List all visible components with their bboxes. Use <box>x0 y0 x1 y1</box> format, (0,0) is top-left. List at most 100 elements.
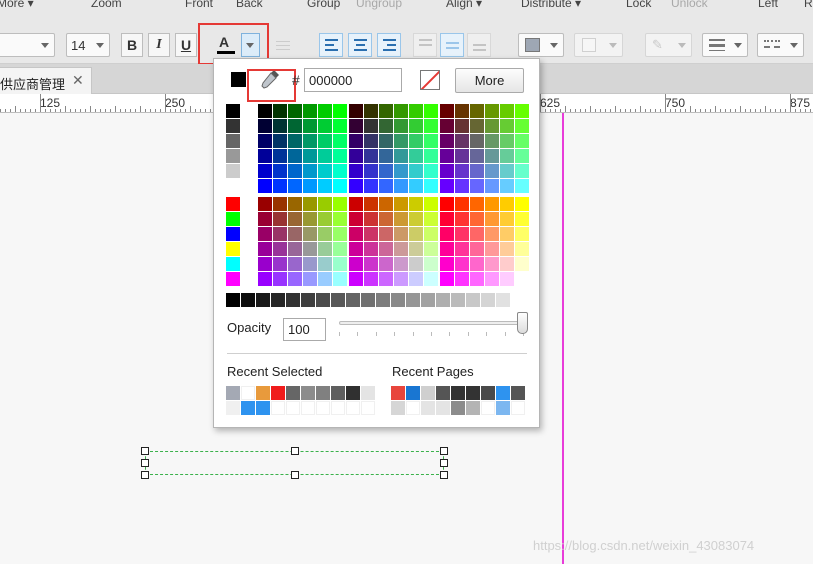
opacity-slider[interactable] <box>339 321 523 325</box>
color-swatch[interactable] <box>333 212 347 226</box>
color-swatch[interactable] <box>424 272 438 286</box>
recent-page-swatch[interactable] <box>391 401 405 415</box>
recent-selected-swatch[interactable] <box>226 386 240 400</box>
color-swatch[interactable] <box>515 134 529 148</box>
lock-label[interactable]: Lock <box>626 0 651 10</box>
color-swatch[interactable] <box>424 149 438 163</box>
color-swatch[interactable] <box>379 227 393 241</box>
color-swatch[interactable] <box>349 119 363 133</box>
color-swatch[interactable] <box>485 104 499 118</box>
recent-page-swatch[interactable] <box>406 386 420 400</box>
color-swatch[interactable] <box>440 149 454 163</box>
color-swatch[interactable] <box>500 179 514 193</box>
color-swatch[interactable] <box>273 212 287 226</box>
color-swatch[interactable] <box>455 212 469 226</box>
color-swatch[interactable] <box>379 242 393 256</box>
recent-selected-swatch[interactable] <box>361 401 375 415</box>
color-swatch[interactable] <box>349 104 363 118</box>
color-swatch[interactable] <box>440 212 454 226</box>
color-swatch[interactable] <box>394 212 408 226</box>
color-swatch[interactable] <box>226 227 240 241</box>
recent-page-swatch[interactable] <box>421 386 435 400</box>
color-swatch[interactable] <box>288 212 302 226</box>
recent-selected-swatch[interactable] <box>256 386 270 400</box>
resize-handle[interactable] <box>141 459 149 467</box>
color-swatch[interactable] <box>258 179 272 193</box>
color-swatch[interactable] <box>470 164 484 178</box>
color-swatch[interactable] <box>226 179 240 193</box>
color-swatch[interactable] <box>288 119 302 133</box>
color-swatch[interactable] <box>258 197 272 211</box>
font-size-select[interactable]: 14 <box>66 33 110 57</box>
color-swatch[interactable] <box>455 197 469 211</box>
color-swatch[interactable] <box>409 179 423 193</box>
color-swatch[interactable] <box>318 149 332 163</box>
color-swatch[interactable] <box>394 179 408 193</box>
align-right-button[interactable] <box>377 33 401 57</box>
color-swatch[interactable] <box>273 164 287 178</box>
recent-page-swatch[interactable] <box>436 401 450 415</box>
recent-page-swatch[interactable] <box>511 386 525 400</box>
color-swatch[interactable] <box>226 293 240 307</box>
resize-handle[interactable] <box>291 447 299 455</box>
color-swatch[interactable] <box>421 293 435 307</box>
opacity-slider-thumb[interactable] <box>517 312 528 334</box>
color-swatch[interactable] <box>515 104 529 118</box>
color-swatch[interactable] <box>303 164 317 178</box>
color-swatch[interactable] <box>226 212 240 226</box>
color-swatch[interactable] <box>394 119 408 133</box>
color-swatch[interactable] <box>379 179 393 193</box>
color-swatch[interactable] <box>376 293 390 307</box>
color-swatch[interactable] <box>303 272 317 286</box>
color-swatch[interactable] <box>333 104 347 118</box>
color-swatch[interactable] <box>258 272 272 286</box>
color-swatch[interactable] <box>440 119 454 133</box>
color-swatch[interactable] <box>409 164 423 178</box>
color-swatch[interactable] <box>333 242 347 256</box>
color-swatch[interactable] <box>288 164 302 178</box>
color-swatch[interactable] <box>515 197 529 211</box>
color-swatch[interactable] <box>349 197 363 211</box>
color-swatch[interactable] <box>318 104 332 118</box>
color-swatch[interactable] <box>409 119 423 133</box>
color-swatch[interactable] <box>409 227 423 241</box>
color-swatch[interactable] <box>318 257 332 271</box>
color-swatch[interactable] <box>318 179 332 193</box>
color-swatch[interactable] <box>440 227 454 241</box>
color-swatch[interactable] <box>349 227 363 241</box>
resize-handle[interactable] <box>141 471 149 479</box>
color-swatch[interactable] <box>455 257 469 271</box>
color-swatch[interactable] <box>515 149 529 163</box>
color-swatch[interactable] <box>500 212 514 226</box>
color-swatch[interactable] <box>470 242 484 256</box>
line-style-select[interactable] <box>757 33 804 57</box>
color-swatch[interactable] <box>241 293 255 307</box>
left-label[interactable]: Left <box>758 0 778 10</box>
color-swatch[interactable] <box>424 242 438 256</box>
color-swatch[interactable] <box>511 293 525 307</box>
color-swatch[interactable] <box>286 293 300 307</box>
color-swatch[interactable] <box>258 104 272 118</box>
color-swatch[interactable] <box>349 164 363 178</box>
color-swatch[interactable] <box>333 164 347 178</box>
color-swatch[interactable] <box>318 242 332 256</box>
color-swatch[interactable] <box>515 272 529 286</box>
color-swatch[interactable] <box>318 272 332 286</box>
color-swatch[interactable] <box>333 119 347 133</box>
color-swatch[interactable] <box>258 257 272 271</box>
color-swatch[interactable] <box>470 257 484 271</box>
recent-page-swatch[interactable] <box>496 401 510 415</box>
color-swatch[interactable] <box>364 257 378 271</box>
color-swatch[interactable] <box>273 272 287 286</box>
color-swatch[interactable] <box>333 272 347 286</box>
color-swatch[interactable] <box>470 212 484 226</box>
color-swatch[interactable] <box>485 212 499 226</box>
color-swatch[interactable] <box>318 134 332 148</box>
color-swatch[interactable] <box>379 272 393 286</box>
color-swatch[interactable] <box>364 179 378 193</box>
color-swatch[interactable] <box>331 293 345 307</box>
color-swatch[interactable] <box>424 179 438 193</box>
color-swatch[interactable] <box>303 197 317 211</box>
recent-page-swatch[interactable] <box>466 401 480 415</box>
color-swatch[interactable] <box>273 149 287 163</box>
